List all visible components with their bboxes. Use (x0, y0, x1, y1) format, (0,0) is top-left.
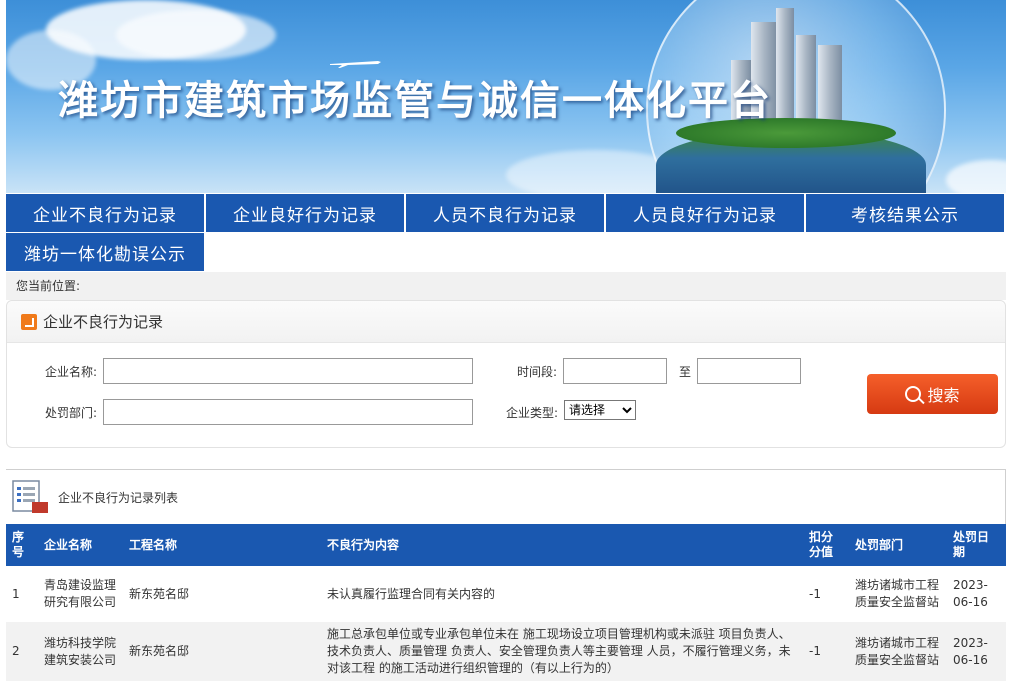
col-header-company: 企业名称 (38, 524, 123, 566)
cell-project: 新东苑名邸 (123, 566, 321, 622)
cell-company[interactable]: 潍坊科技学院建筑安装公司 (38, 622, 123, 681)
search-button[interactable]: 搜索 (867, 374, 998, 414)
cell-dept: 潍坊诸城市工程质量安全监督站 (849, 566, 947, 622)
arrow-icon (21, 313, 37, 330)
cell-no: 2 (6, 622, 38, 681)
cell-date: 2023-06-16 (947, 566, 1006, 622)
col-header-date: 处罚日期 (947, 524, 1006, 566)
to-label: 至 (679, 365, 692, 379)
table-header-row: 序号 企业名称 工程名称 不良行为内容 扣分分值 处罚部门 处罚日期 (6, 524, 1006, 566)
company-name-label: 企业名称: (45, 365, 98, 379)
results-section: 企业不良行为记录列表 序号 企业名称 工程名称 不良行为内容 扣分分值 处罚部门… (6, 469, 1006, 681)
date-to-input[interactable] (697, 358, 801, 384)
cell-content: 未认真履行监理合同有关内容的 (321, 566, 803, 622)
cloud (116, 10, 276, 60)
col-header-no: 序号 (6, 524, 38, 566)
nav-enterprise-good-records[interactable]: 企业良好行为记录 (206, 194, 404, 232)
search-panel: 企业不良行为记录 企业名称: 处罚部门: 时间段: 至 企业类型: 请选择 搜索 (6, 300, 1006, 448)
period-label: 时间段: (517, 365, 558, 379)
site-title: 潍坊市建筑市场监管与诚信一体化平台 (58, 78, 772, 124)
nav-assessment-results[interactable]: 考核结果公示 (806, 194, 1004, 232)
breadcrumb: 您当前位置: (6, 272, 1006, 300)
col-header-content: 不良行为内容 (321, 524, 803, 566)
building-graphic (818, 45, 842, 127)
header-banner: 潍坊市建筑市场监管与诚信一体化平台 (6, 0, 1006, 193)
table-row: 2 潍坊科技学院建筑安装公司 新东苑名邸 施工总承包单位或专业承包单位未在 施工… (6, 622, 1006, 681)
table-row: 1 青岛建设监理研究有限公司 新东苑名邸 未认真履行监理合同有关内容的 -1 潍… (6, 566, 1006, 622)
search-button-label: 搜索 (927, 386, 960, 405)
col-header-score: 扣分分值 (803, 524, 849, 566)
cell-project: 新东苑名邸 (123, 622, 321, 681)
cell-no: 1 (6, 566, 38, 622)
secondary-nav: 潍坊一体化勘误公示 (6, 233, 1006, 271)
nav-enterprise-bad-records[interactable]: 企业不良行为记录 (6, 194, 204, 232)
cell-score: -1 (803, 566, 849, 622)
building-graphic (776, 8, 794, 126)
dept-input[interactable] (103, 399, 473, 425)
cell-company[interactable]: 青岛建设监理研究有限公司 (38, 566, 123, 622)
results-title: 企业不良行为记录列表 (58, 490, 179, 505)
col-header-project: 工程名称 (123, 524, 321, 566)
nav-personnel-good-records[interactable]: 人员良好行为记录 (606, 194, 804, 232)
cell-date: 2023-06-16 (947, 622, 1006, 681)
building-graphic (796, 35, 816, 127)
col-header-dept: 处罚部门 (849, 524, 947, 566)
nav-personnel-bad-records[interactable]: 人员不良行为记录 (406, 194, 604, 232)
search-panel-header: 企业不良行为记录 (7, 301, 1005, 343)
results-header: 企业不良行为记录列表 (6, 470, 1005, 524)
airplane-icon (330, 61, 381, 68)
company-name-input[interactable] (103, 358, 473, 384)
cell-dept: 潍坊诸城市工程质量安全监督站 (849, 622, 947, 681)
company-type-select[interactable]: 请选择 (564, 400, 636, 420)
document-list-icon (12, 480, 48, 513)
cell-content: 施工总承包单位或专业承包单位未在 施工现场设立项目管理机构或未派驻 项目负责人、… (321, 622, 803, 681)
search-icon (905, 386, 922, 402)
dept-label: 处罚部门: (45, 406, 98, 420)
main-nav: 企业不良行为记录 企业良好行为记录 人员不良行为记录 人员良好行为记录 考核结果… (6, 194, 1006, 232)
nav-errata-notice[interactable]: 潍坊一体化勘误公示 (6, 233, 204, 271)
cloud (946, 160, 1006, 193)
records-table: 序号 企业名称 工程名称 不良行为内容 扣分分值 处罚部门 处罚日期 1 青岛建… (6, 524, 1006, 681)
date-from-input[interactable] (563, 358, 667, 384)
search-panel-title: 企业不良行为记录 (43, 313, 164, 331)
type-label: 企业类型: (506, 406, 559, 420)
cell-score: -1 (803, 622, 849, 681)
